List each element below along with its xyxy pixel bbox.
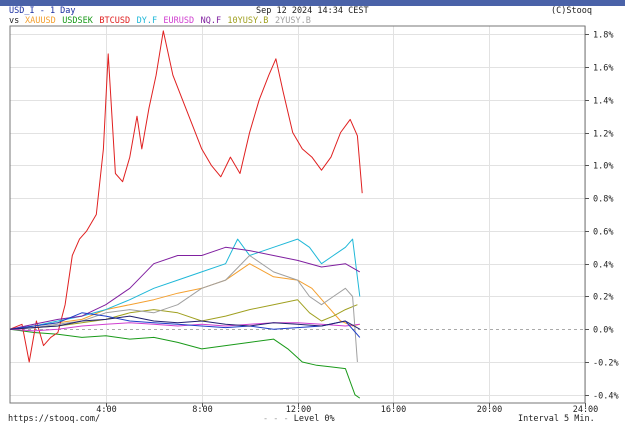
- level-legend: - - - Level 0%: [263, 414, 335, 424]
- series-line: [9, 246, 361, 330]
- line-chart: 1.8% 1.6% 1.4% 1.2% 1.0% 0.8% 0.6% 0.4% 0.2% 0.0%…: [9, 25, 619, 415]
- y-tick-label: 0.4%: [593, 261, 613, 271]
- source-url[interactable]: https://stooq.com/: [8, 414, 100, 424]
- y-tick-label: 0.8%: [593, 195, 613, 205]
- y-tick-label: -0.2%: [593, 359, 619, 369]
- y-tick-label: 1.0%: [593, 162, 613, 172]
- chart-series: [9, 30, 363, 399]
- x-tick-label: 8:00: [192, 405, 212, 415]
- y-tick-label: 1.8%: [593, 31, 613, 41]
- y-tick-label: 1.2%: [593, 130, 613, 140]
- x-tick-label: 20:00: [477, 405, 503, 415]
- x-tick-label: 16:00: [381, 405, 407, 415]
- y-tick-label: 1.6%: [593, 64, 613, 74]
- y-tick-label: 0.0%: [593, 326, 613, 336]
- y-tick-label: -0.4%: [593, 392, 619, 402]
- y-axis: 1.8% 1.6% 1.4% 1.2% 1.0% 0.8% 0.6% 0.4% 0.2% 0.0%…: [585, 31, 619, 402]
- y-tick-label: 0.6%: [593, 228, 613, 238]
- y-tick-label: 1.4%: [593, 97, 613, 107]
- y-tick-label: 0.2%: [593, 293, 613, 303]
- series-line: [9, 328, 361, 399]
- level-dash-icon: - - -: [263, 414, 289, 424]
- interval-label: Interval 5 Min.: [518, 414, 595, 424]
- level-text: Level 0%: [293, 414, 335, 424]
